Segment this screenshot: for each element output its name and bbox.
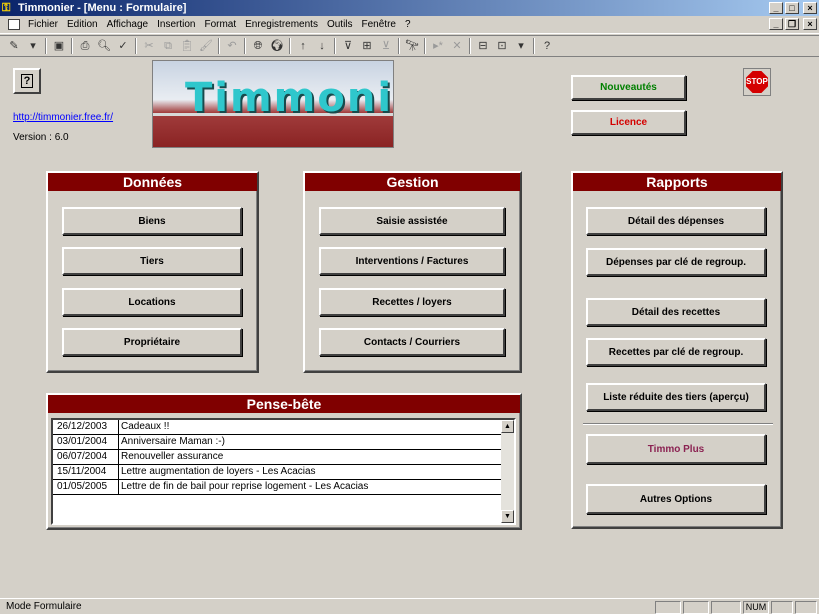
- menu-item-2[interactable]: Affichage: [107, 19, 149, 30]
- memo-row[interactable]: 06/07/2004 Renouveller assurance: [53, 450, 503, 465]
- menu-bar: Fichier Edition Affichage Insertion Format En…: [0, 16, 819, 34]
- help-button[interactable]: ?: [13, 68, 41, 94]
- menu-item-5[interactable]: Enregistrements: [245, 19, 318, 30]
- doc-minimize-button[interactable]: _: [769, 18, 783, 30]
- maximize-button[interactable]: □: [785, 2, 799, 14]
- cut-icon[interactable]: ✂: [141, 38, 157, 54]
- interventions-factures-button[interactable]: Interventions / Factures: [319, 247, 505, 275]
- num-lock-indicator: NUM: [743, 601, 769, 614]
- locations-button[interactable]: Locations: [62, 288, 242, 316]
- apply-filter-icon[interactable]: ⊻: [378, 38, 394, 54]
- title-bar: ⚿ Timmonier - [Menu : Formulaire] _ □ ×: [0, 0, 819, 16]
- database-window-icon[interactable]: ⊟: [475, 38, 491, 54]
- gestion-title: Gestion: [305, 173, 520, 191]
- undo-icon[interactable]: ↶: [224, 38, 240, 54]
- help-toolbar-icon[interactable]: ?: [539, 38, 555, 54]
- close-button[interactable]: ×: [803, 2, 817, 14]
- menu-item-0[interactable]: Fichier: [28, 19, 58, 30]
- web-toolbar-icon[interactable]: 🌍︎: [269, 38, 285, 54]
- memo-date[interactable]: 26/12/2003: [53, 420, 119, 435]
- print-icon[interactable]: ⎙: [77, 38, 93, 54]
- sort-descending-icon[interactable]: ↓: [314, 38, 330, 54]
- doc-close-button[interactable]: ×: [803, 18, 817, 30]
- scroll-up-icon[interactable]: ▲: [501, 420, 514, 433]
- depenses-regroup-button[interactable]: Dépenses par clé de regroup.: [586, 248, 766, 276]
- pense-bete-scrollbar[interactable]: ▲ ▼: [501, 420, 514, 523]
- timmo-plus-button[interactable]: Timmo Plus: [586, 434, 766, 464]
- detail-recettes-button[interactable]: Détail des recettes: [586, 298, 766, 326]
- donnees-title: Données: [48, 173, 257, 191]
- doc-restore-button[interactable]: ❐: [785, 18, 799, 30]
- print-preview-icon[interactable]: 🔍︎: [96, 38, 112, 54]
- menu-item-6[interactable]: Outils: [327, 19, 353, 30]
- filter-by-selection-icon[interactable]: ⊽: [340, 38, 356, 54]
- copy-icon[interactable]: ⧉: [160, 38, 176, 54]
- biens-button[interactable]: Biens: [62, 207, 242, 235]
- pense-bete-title: Pense-bête: [48, 395, 520, 413]
- memo-text[interactable]: Lettre de fin de bail pour reprise logem…: [121, 480, 368, 494]
- memo-row[interactable]: 15/11/2004 Lettre augmentation de loyers …: [53, 465, 503, 480]
- rapports-title: Rapports: [573, 173, 781, 191]
- dropdown-arrow-icon[interactable]: ▾: [25, 38, 41, 54]
- memo-text[interactable]: Renouveller assurance: [121, 450, 223, 464]
- scroll-down-icon[interactable]: ▼: [501, 510, 514, 523]
- menu-item-1[interactable]: Edition: [67, 19, 98, 30]
- menu-item-8[interactable]: ?: [405, 19, 411, 30]
- website-link[interactable]: http://timmonier.free.fr/: [13, 112, 113, 123]
- question-icon: ?: [21, 74, 33, 88]
- app-key-icon: ⚿: [2, 2, 11, 14]
- contacts-courriers-button[interactable]: Contacts / Courriers: [319, 328, 505, 356]
- hyperlink-icon[interactable]: 🌐︎: [250, 38, 266, 54]
- memo-row[interactable]: 26/12/2003 Cadeaux !!: [53, 420, 503, 435]
- design-view-icon[interactable]: ✎: [6, 38, 22, 54]
- status-text: Mode Formulaire: [6, 601, 82, 612]
- memo-row[interactable]: 01/05/2005 Lettre de fin de bail pour rep…: [53, 480, 503, 495]
- minimize-button[interactable]: _: [769, 2, 783, 14]
- memo-date[interactable]: 06/07/2004: [53, 450, 119, 465]
- saisie-assistee-button[interactable]: Saisie assistée: [319, 207, 505, 235]
- sort-ascending-icon[interactable]: ↑: [295, 38, 311, 54]
- format-painter-icon[interactable]: 🖌︎: [198, 38, 214, 54]
- new-object-dropdown-icon[interactable]: ▾: [513, 38, 529, 54]
- delete-record-icon[interactable]: ✕: [449, 38, 465, 54]
- find-icon[interactable]: 🔭︎: [404, 38, 420, 54]
- memo-date[interactable]: 01/05/2005: [53, 480, 119, 495]
- memo-date[interactable]: 03/01/2004: [53, 435, 119, 450]
- spelling-icon[interactable]: ✓: [115, 38, 131, 54]
- liste-reduite-tiers-button[interactable]: Liste réduite des tiers (aperçu): [586, 383, 766, 411]
- recettes-regroup-button[interactable]: Recettes par clé de regroup.: [586, 338, 766, 366]
- form-doc-icon[interactable]: [8, 19, 20, 30]
- save-icon[interactable]: ▣: [51, 38, 67, 54]
- tiers-button[interactable]: Tiers: [62, 247, 242, 275]
- stop-icon: STOP: [746, 71, 768, 93]
- toolbar: ✎ ▾ ▣ ⎙ 🔍︎ ✓ ✂ ⧉ 📋︎ 🖌︎ ↶ 🌐︎ 🌍︎ ↑ ↓ ⊽ ⊞ ⊻…: [0, 35, 819, 57]
- detail-depenses-button[interactable]: Détail des dépenses: [586, 207, 766, 235]
- memo-text[interactable]: Cadeaux !!: [121, 420, 169, 434]
- proprietaire-button[interactable]: Propriétaire: [62, 328, 242, 356]
- menu-item-7[interactable]: Fenêtre: [362, 19, 396, 30]
- version-label: Version : 6.0: [13, 132, 69, 143]
- paste-icon[interactable]: 📋︎: [179, 38, 195, 54]
- autres-options-button[interactable]: Autres Options: [586, 484, 766, 514]
- memo-row[interactable]: 03/01/2004 Anniversaire Maman :-): [53, 435, 503, 450]
- nouveautes-button[interactable]: Nouveautés: [571, 75, 686, 100]
- stop-button[interactable]: STOP: [743, 68, 771, 96]
- memo-text[interactable]: Anniversaire Maman :-): [121, 435, 225, 449]
- recettes-loyers-button[interactable]: Recettes / loyers: [319, 288, 505, 316]
- filter-by-form-icon[interactable]: ⊞: [359, 38, 375, 54]
- new-object-icon[interactable]: ⊡: [494, 38, 510, 54]
- status-bar: Mode Formulaire NUM: [0, 598, 819, 614]
- new-record-icon[interactable]: ▸*: [430, 38, 446, 54]
- menu-item-4[interactable]: Format: [204, 19, 236, 30]
- menu-item-3[interactable]: Insertion: [157, 19, 195, 30]
- pense-bete-list[interactable]: 26/12/2003 Cadeaux !! 03/01/2004 Anniversai…: [51, 418, 516, 525]
- memo-date[interactable]: 15/11/2004: [53, 465, 119, 480]
- memo-text[interactable]: Lettre augmentation de loyers - Les Acac…: [121, 465, 316, 479]
- window-title: Timmonier - [Menu : Formulaire]: [18, 2, 187, 14]
- licence-button[interactable]: Licence: [571, 110, 686, 135]
- timmonier-logo: Timmonier: [152, 60, 394, 148]
- rapports-divider: [583, 423, 773, 425]
